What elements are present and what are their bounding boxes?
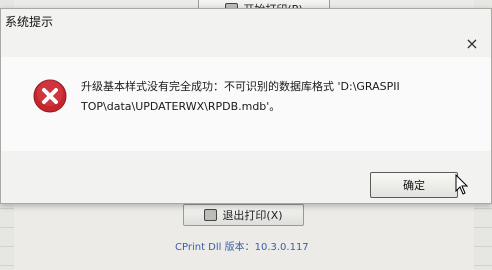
close-icon[interactable]: ×: [463, 35, 481, 53]
exit-icon: [204, 209, 218, 221]
ok-button[interactable]: 确定: [370, 172, 458, 198]
mouse-cursor-icon: [455, 174, 469, 195]
exit-print-button[interactable]: 退出打印(X): [183, 204, 304, 226]
exit-print-label: 退出打印(X): [222, 209, 283, 222]
error-icon: [33, 79, 67, 113]
error-message: 升级基本样式没有完全成功：不可识别的数据库格式 'D:\GRASPII TOP\…: [81, 80, 400, 113]
dialog-title: 系统提示: [5, 15, 54, 29]
message-area: 升级基本样式没有完全成功：不可识别的数据库格式 'D:\GRASPII TOP\…: [1, 57, 491, 151]
version-text: CPrint Dll 版本：10.3.0.117: [175, 242, 309, 253]
system-prompt-dialog: 系统提示 × 升级基本样式没有完全成功：不可识别的数据库格式 'D:\GRASP…: [0, 8, 492, 204]
